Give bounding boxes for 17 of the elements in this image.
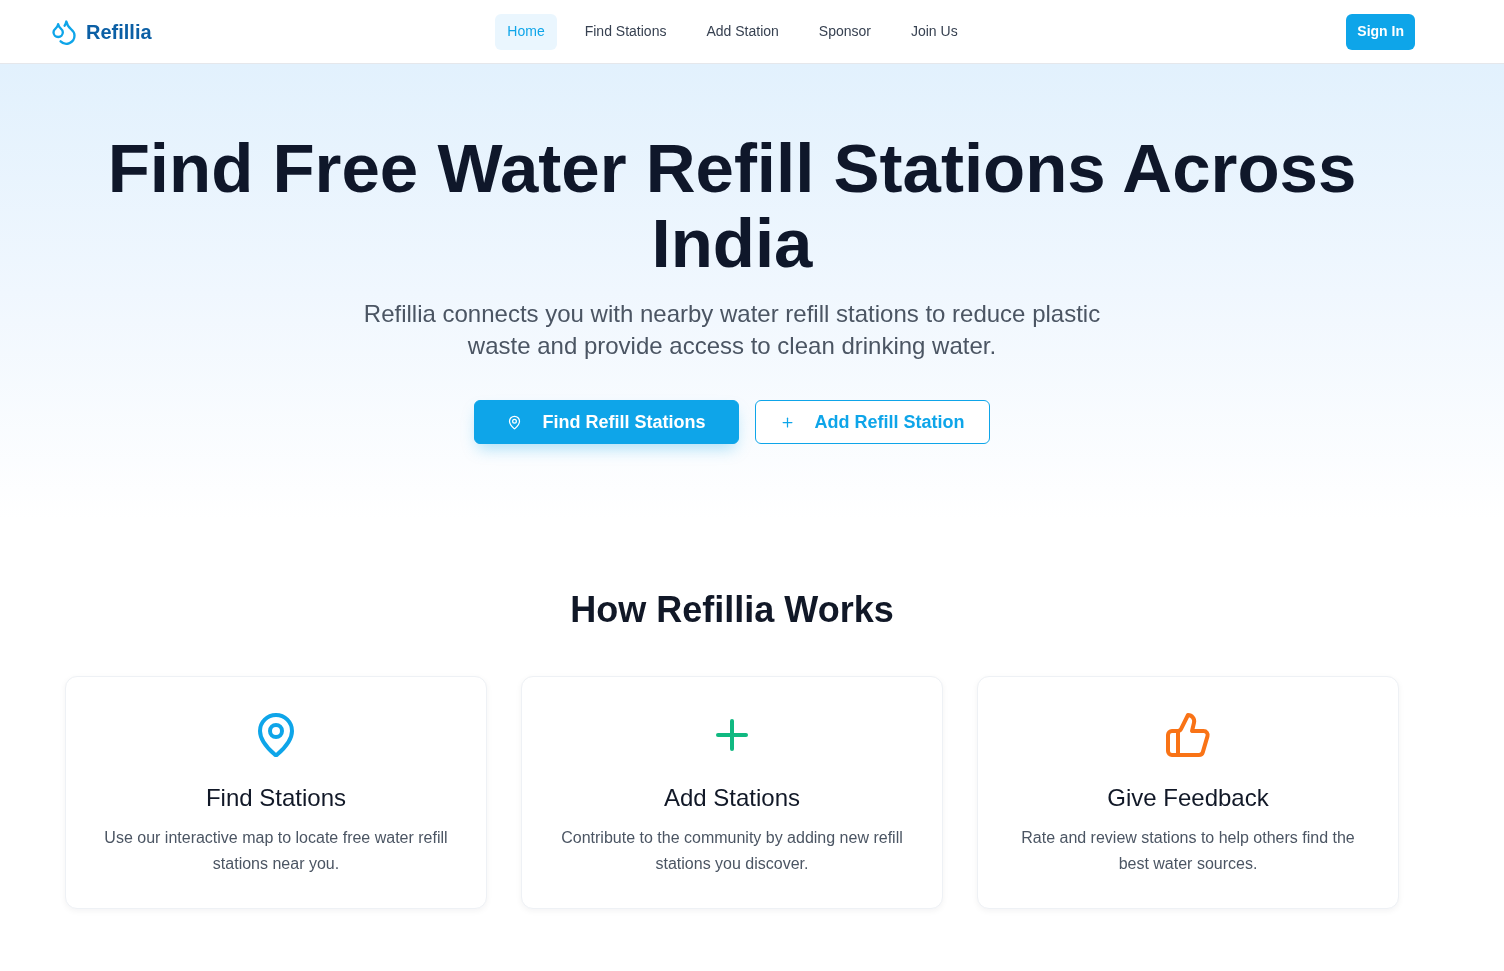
card-description: Rate and review stations to help others find the best water sources.	[1020, 828, 1356, 874]
hero-subtitle: Refillia connects you with nearby water refill stations to reduce plastic waste and provide access to clean drinking water.	[362, 299, 1102, 361]
card-title: Add Stations	[663, 783, 801, 813]
nav-link[interactable]: Join Us	[898, 13, 970, 50]
nav-link[interactable]: Add Station	[694, 13, 791, 50]
hero-title: Find Free Water Refill Stations Across India	[106, 131, 1358, 281]
card-description: Use our interactive map to locate free water refill stations near you.	[103, 828, 449, 874]
card-title: Find Stations	[205, 783, 347, 813]
plus-icon	[779, 414, 795, 430]
nav-link[interactable]: Find Stations	[572, 13, 679, 50]
card-title: Give Feedback	[1107, 783, 1269, 813]
nav-link[interactable]: Sponsor	[806, 13, 883, 50]
brand-name[interactable]: Refillia	[86, 16, 152, 47]
card-description: Contribute to the community by adding new refill stations you discover.	[560, 828, 904, 874]
droplets-logo-icon	[50, 17, 78, 46]
map-pin-icon	[507, 414, 523, 430]
section-title: How Refillia Works	[570, 588, 894, 632]
